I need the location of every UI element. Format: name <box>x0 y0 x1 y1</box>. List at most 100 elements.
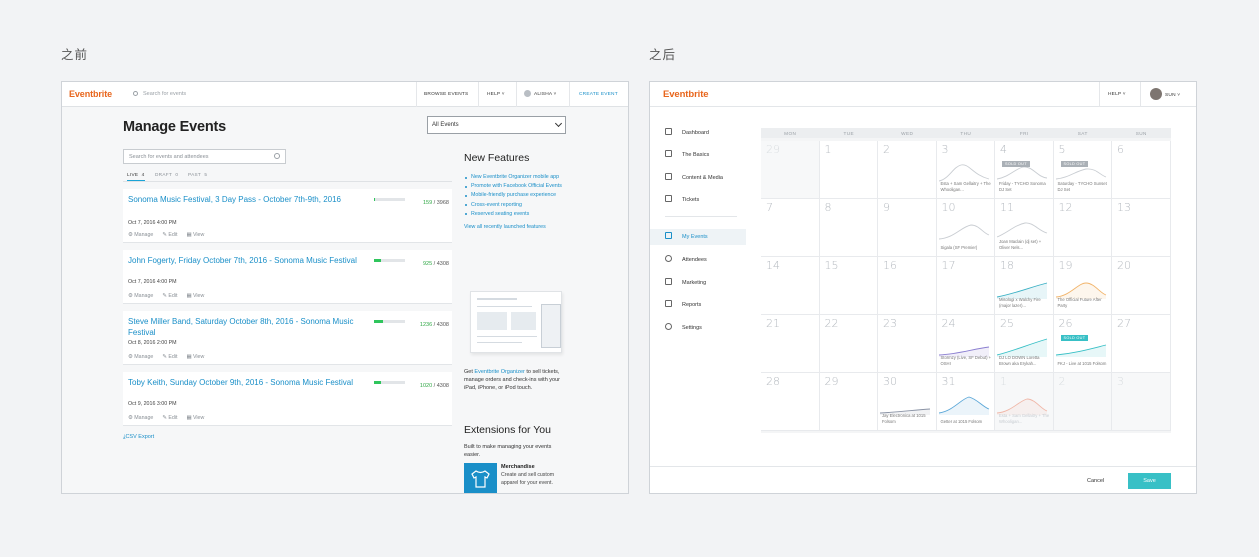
calendar-day[interactable]: 10 Sigala (SF Premier) <box>936 199 995 257</box>
calendar-day[interactable]: 1 <box>819 141 878 199</box>
calendar-day[interactable]: 19 The Official Future After Party <box>1053 257 1112 315</box>
edit-link[interactable]: ✎ Edit <box>162 354 177 360</box>
calendar-day[interactable]: 24 Stormzy (Live, SF Debut) + OSHI <box>936 315 995 373</box>
sidebar-item-settings[interactable]: Settings <box>665 323 761 337</box>
feature-link[interactable]: Mobile-friendly purchase experience <box>464 192 574 199</box>
calendar-event-link[interactable]: Sigala (SF Premier) <box>941 245 993 250</box>
edit-link[interactable]: ✎ Edit <box>162 293 177 299</box>
calendar-event-link[interactable]: Esta + Sam Gellaitry + The Whooligan... <box>941 181 993 192</box>
calendar-day[interactable]: 22 <box>819 315 878 373</box>
event-title-link[interactable]: John Fogerty, Friday October 7th, 2016 -… <box>128 255 358 266</box>
calendar-event-link[interactable]: Jay Electronica at 1015 Folsom <box>882 413 934 424</box>
feature-link[interactable]: Reserved seating events <box>464 211 574 218</box>
event-title-link[interactable]: Sonoma Music Festival, 3 Day Pass - Octo… <box>128 194 358 205</box>
event-filter-select[interactable]: All Events <box>427 116 566 134</box>
view-all-features-link[interactable]: View all recently launched features <box>464 224 554 231</box>
calendar-event-link[interactable]: Stormzy (Live, SF Debut) + OSHI <box>941 355 993 366</box>
calendar-day[interactable]: 3 Esta + Sam Gellaitry + The Whooligan... <box>936 141 995 199</box>
calendar-day[interactable]: 17 <box>936 257 995 315</box>
calendar-day[interactable]: 16 <box>878 257 937 315</box>
help-menu[interactable]: HELP ˅ <box>487 92 505 97</box>
calendar-day[interactable]: 23 <box>878 315 937 373</box>
calendar-day[interactable]: 18 Misologi x Walchy Fire (major lazer)..… <box>995 257 1054 315</box>
calendar-day[interactable]: 1 Esta + Sam Gellaitry + The Whooligan... <box>995 373 1054 431</box>
calendar-event-link[interactable]: Saturday - TYCHO Sunset DJ Set <box>1058 181 1110 192</box>
calendar-day[interactable]: 28 <box>761 373 820 431</box>
user-menu[interactable]: SUN ˅ <box>1150 88 1180 100</box>
calendar-day[interactable]: 4 SOLD OUT Friday - TYCHO Sonoma DJ Set <box>995 141 1054 199</box>
calendar-day[interactable]: 2 <box>1053 373 1112 431</box>
calendar-day[interactable]: 3 <box>1112 373 1171 431</box>
view-link[interactable]: ▦ View <box>186 354 204 360</box>
view-link[interactable]: ▦ View <box>186 415 204 421</box>
tab-live[interactable]: LIVE 4 <box>127 172 145 181</box>
calendar-day[interactable]: 9 <box>878 199 937 257</box>
calendar-day[interactable]: 27 <box>1112 315 1171 373</box>
event-title-link[interactable]: Toby Keith, Sunday October 9th, 2016 - S… <box>128 377 358 388</box>
calendar-day[interactable]: 29 <box>761 141 820 199</box>
calendar-event-link[interactable]: DJ LO DOWN Loretta Brown aka Erykah... <box>999 355 1051 366</box>
sidebar-item-content-media[interactable]: Content & Media <box>665 173 761 187</box>
sidebar-item-reports[interactable]: Reports <box>665 300 761 314</box>
calendar-day[interactable]: 20 <box>1112 257 1171 315</box>
merchandise-title[interactable]: Merchandise <box>501 464 535 470</box>
calendar-event-link[interactable]: FKJ - Live at 1015 Folsom <box>1058 361 1110 366</box>
calendar-day[interactable]: 21 <box>761 315 820 373</box>
event-search-placeholder: Search for events and attendees <box>129 154 209 160</box>
save-button[interactable]: Save <box>1128 473 1171 489</box>
cancel-button[interactable]: Cancel <box>1087 478 1104 484</box>
calendar-day[interactable]: 29 <box>819 373 878 431</box>
tab-past[interactable]: PAST 5 <box>188 172 207 177</box>
calendar-day[interactable]: 2 <box>878 141 937 199</box>
calendar-event-link[interactable]: Friday - TYCHO Sonoma DJ Set <box>999 181 1051 192</box>
manage-link[interactable]: ⚙ Manage <box>128 232 153 238</box>
edit-link[interactable]: ✎ Edit <box>162 232 177 238</box>
calendar-day[interactable]: 14 <box>761 257 820 315</box>
organizer-link[interactable]: Eventbrite Organizer <box>474 369 524 375</box>
calendar-day[interactable]: 30 Jay Electronica at 1015 Folsom <box>878 373 937 431</box>
sidebar-item-dashboard[interactable]: Dashboard <box>665 128 761 142</box>
feature-link[interactable]: Promote with Facebook Official Events <box>464 183 574 190</box>
manage-link[interactable]: ⚙ Manage <box>128 415 153 421</box>
calendar-event-link[interactable]: Getter at 1015 Folsom <box>941 419 993 424</box>
calendar-day[interactable]: 25 DJ LO DOWN Loretta Brown aka Erykah... <box>995 315 1054 373</box>
help-menu[interactable]: HELP ˅ <box>1108 92 1126 97</box>
calendar-day[interactable]: 26 SOLD OUT FKJ - Live at 1015 Folsom <box>1053 315 1112 373</box>
event-search-input[interactable]: Search for events and attendees <box>123 149 286 164</box>
view-link[interactable]: ▦ View <box>186 293 204 299</box>
sidebar-item-my-events[interactable]: My Events <box>650 229 746 245</box>
calendar-day[interactable]: 13 <box>1112 199 1171 257</box>
event-title-link[interactable]: Steve Miller Band, Saturday October 8th,… <box>128 316 358 338</box>
edit-link[interactable]: ✎ Edit <box>162 415 177 421</box>
eventbrite-logo[interactable]: Eventbrite <box>69 89 112 99</box>
calendar-day[interactable]: 11 Joan Maclain (dj set) + Oliver Nels... <box>995 199 1054 257</box>
calendar-day[interactable]: 15 <box>819 257 878 315</box>
eventbrite-logo[interactable]: Eventbrite <box>663 89 709 100</box>
merchandise-tile[interactable] <box>464 463 497 493</box>
calendar-day[interactable]: 6 <box>1112 141 1171 199</box>
sidebar-item-marketing[interactable]: Marketing <box>665 278 761 292</box>
browse-events-link[interactable]: BROWSE EVENTS <box>424 92 468 97</box>
manage-link[interactable]: ⚙ Manage <box>128 293 153 299</box>
create-event-link[interactable]: CREATE EVENT <box>579 92 618 97</box>
calendar-event-link[interactable]: Misologi x Walchy Fire (major lazer)... <box>999 297 1051 308</box>
calendar-day[interactable]: 8 <box>819 199 878 257</box>
calendar-day[interactable]: 5 SOLD OUT Saturday - TYCHO Sunset DJ Set <box>1053 141 1112 199</box>
global-search[interactable]: Search for events <box>133 91 186 97</box>
calendar-day[interactable]: 31 Getter at 1015 Folsom <box>936 373 995 431</box>
user-menu[interactable]: ALISHA ˅ <box>524 90 557 97</box>
sidebar-item-tickets[interactable]: Tickets <box>665 195 761 209</box>
feature-link[interactable]: Cross-event reporting <box>464 202 574 209</box>
sidebar-item-the-basics[interactable]: The Basics <box>665 150 761 164</box>
calendar-day[interactable]: 12 <box>1053 199 1112 257</box>
calendar-event-link[interactable]: Esta + Sam Gellaitry + The Whooligan... <box>999 413 1051 424</box>
view-link[interactable]: ▦ View <box>186 232 204 238</box>
tab-draft[interactable]: DRAFT 0 <box>155 172 178 177</box>
manage-link[interactable]: ⚙ Manage <box>128 354 153 360</box>
calendar-day[interactable]: 7 <box>761 199 820 257</box>
calendar-event-link[interactable]: The Official Future After Party <box>1058 297 1110 308</box>
feature-link[interactable]: New Eventbrite Organizer mobile app <box>464 174 574 181</box>
calendar-event-link[interactable]: Joan Maclain (dj set) + Oliver Nels... <box>999 239 1051 250</box>
sidebar-item-attendees[interactable]: Attendees <box>665 255 761 269</box>
csv-export-link[interactable]: ⤓CSV Export <box>123 434 154 441</box>
